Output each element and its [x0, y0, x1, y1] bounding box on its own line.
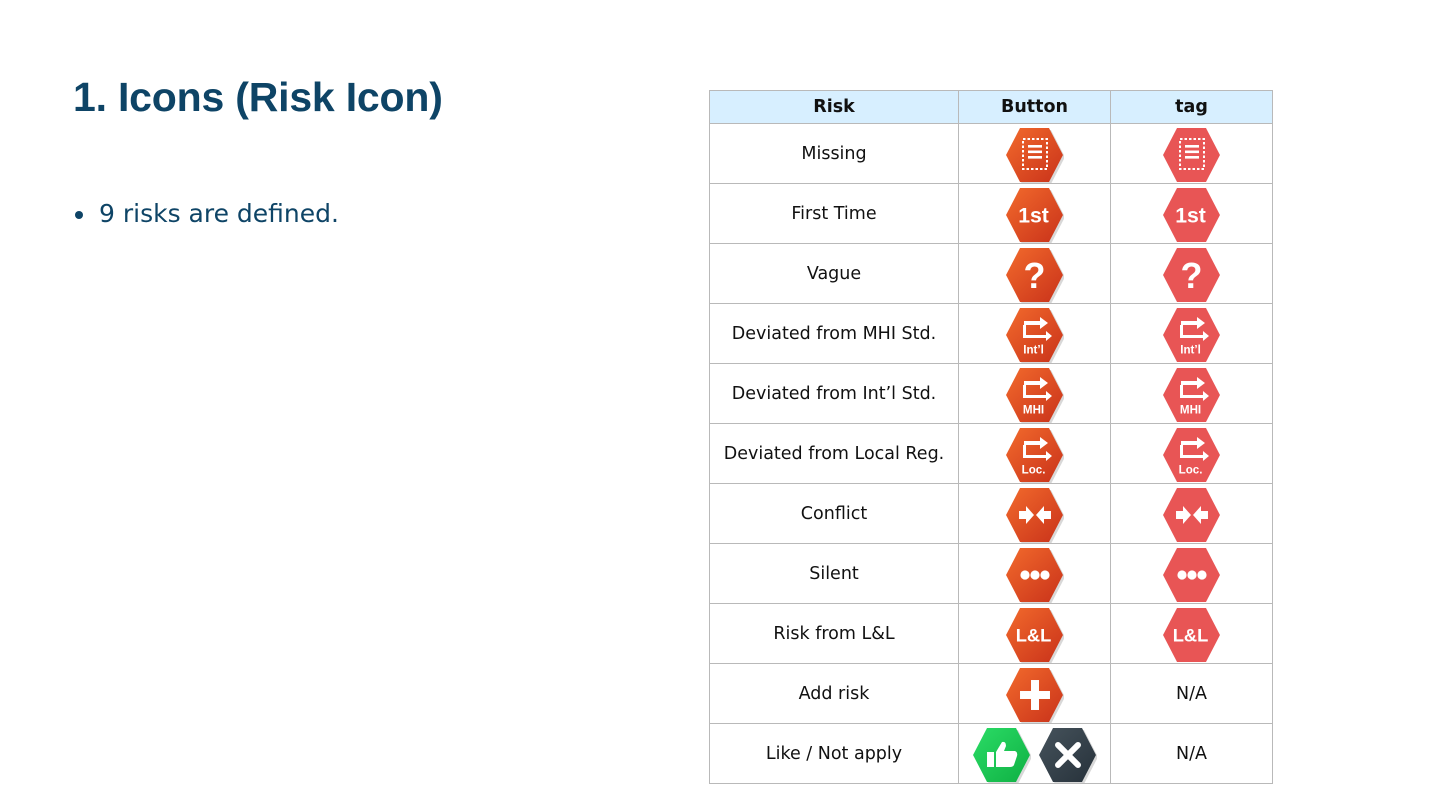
- conflict-arrows-icon[interactable]: [1006, 487, 1064, 543]
- svg-text:Int’l: Int’l: [1023, 344, 1044, 356]
- question-mark-icon[interactable]: [1006, 247, 1064, 303]
- risk-name: Vague: [709, 243, 959, 304]
- slide-title: 1. Icons (Risk Icon): [73, 74, 443, 120]
- deviation-mhi-icon[interactable]: MHI: [1006, 367, 1064, 423]
- table-row: Risk from L&L L&L L&L: [709, 603, 1273, 664]
- table-row: Deviated from MHI Std. Int’l Int’l: [709, 303, 1273, 364]
- table-row: Missing: [709, 123, 1273, 184]
- thumbs-up-icon[interactable]: [973, 727, 1031, 783]
- svg-text:1st: 1st: [1175, 203, 1206, 227]
- ellipsis-tag-icon: [1163, 547, 1221, 603]
- ellipsis-icon[interactable]: [1006, 547, 1064, 603]
- table-header-row: Risk Button tag: [709, 90, 1273, 124]
- table-row: Silent: [709, 543, 1273, 604]
- risk-name: Deviated from MHI Std.: [709, 303, 959, 364]
- question-mark-tag-icon: [1163, 247, 1221, 303]
- table-row: Deviated from Local Reg. Loc. Loc.: [709, 423, 1273, 484]
- table-row: Vague: [709, 243, 1273, 304]
- header-button: Button: [958, 90, 1111, 124]
- deviation-local-icon[interactable]: Loc.: [1006, 427, 1064, 483]
- risk-name: First Time: [709, 183, 959, 244]
- bullet-list: 9 risks are defined.: [73, 198, 339, 230]
- deviation-local-tag-icon: Loc.: [1163, 427, 1221, 483]
- svg-text:L&L: L&L: [1015, 624, 1051, 645]
- missing-document-icon[interactable]: [1006, 127, 1064, 183]
- header-risk: Risk: [709, 90, 959, 124]
- like-notapply-buttons: [959, 725, 1110, 783]
- table-row: Like / Not apply N/A: [709, 723, 1273, 784]
- svg-text:L&L: L&L: [1172, 624, 1208, 645]
- risk-name: Conflict: [709, 483, 959, 544]
- missing-document-tag-icon: [1163, 127, 1221, 183]
- deviation-mhi-tag-icon: MHI: [1163, 367, 1221, 423]
- deviation-intl-icon[interactable]: Int’l: [1006, 307, 1064, 363]
- bullet-item: 9 risks are defined.: [73, 198, 339, 230]
- risk-name: Deviated from Int’l Std.: [709, 363, 959, 424]
- tag-na: N/A: [1110, 663, 1273, 724]
- risk-name: Risk from L&L: [709, 603, 959, 664]
- svg-text:MHI: MHI: [1022, 404, 1043, 416]
- tag-na: N/A: [1110, 723, 1273, 784]
- svg-text:Loc.: Loc.: [1021, 464, 1045, 476]
- first-time-tag-icon: 1st: [1163, 187, 1221, 243]
- deviation-intl-tag-icon: Int’l: [1163, 307, 1221, 363]
- risk-name: Deviated from Local Reg.: [709, 423, 959, 484]
- risk-name: Missing: [709, 123, 959, 184]
- add-plus-icon[interactable]: [1006, 667, 1064, 723]
- svg-text:Int’l: Int’l: [1180, 344, 1201, 356]
- svg-text:Loc.: Loc.: [1178, 464, 1202, 476]
- lessons-learned-tag-icon: L&L: [1163, 607, 1221, 663]
- header-tag: tag: [1110, 90, 1273, 124]
- svg-text:1st: 1st: [1018, 203, 1049, 227]
- table-row: Conflict: [709, 483, 1273, 544]
- risk-icon-table: Risk Button tag Missing First Time 1st 1…: [709, 90, 1273, 784]
- close-x-icon[interactable]: [1039, 727, 1097, 783]
- risk-name: Silent: [709, 543, 959, 604]
- svg-text:MHI: MHI: [1179, 404, 1200, 416]
- table-row: Add risk N/A: [709, 663, 1273, 724]
- risk-name: Like / Not apply: [709, 723, 959, 784]
- first-time-icon[interactable]: 1st: [1006, 187, 1064, 243]
- risk-name: Add risk: [709, 663, 959, 724]
- conflict-arrows-tag-icon: [1163, 487, 1221, 543]
- table-row: First Time 1st 1st: [709, 183, 1273, 244]
- table-row: Deviated from Int’l Std. MHI MHI: [709, 363, 1273, 424]
- lessons-learned-icon[interactable]: L&L: [1006, 607, 1064, 663]
